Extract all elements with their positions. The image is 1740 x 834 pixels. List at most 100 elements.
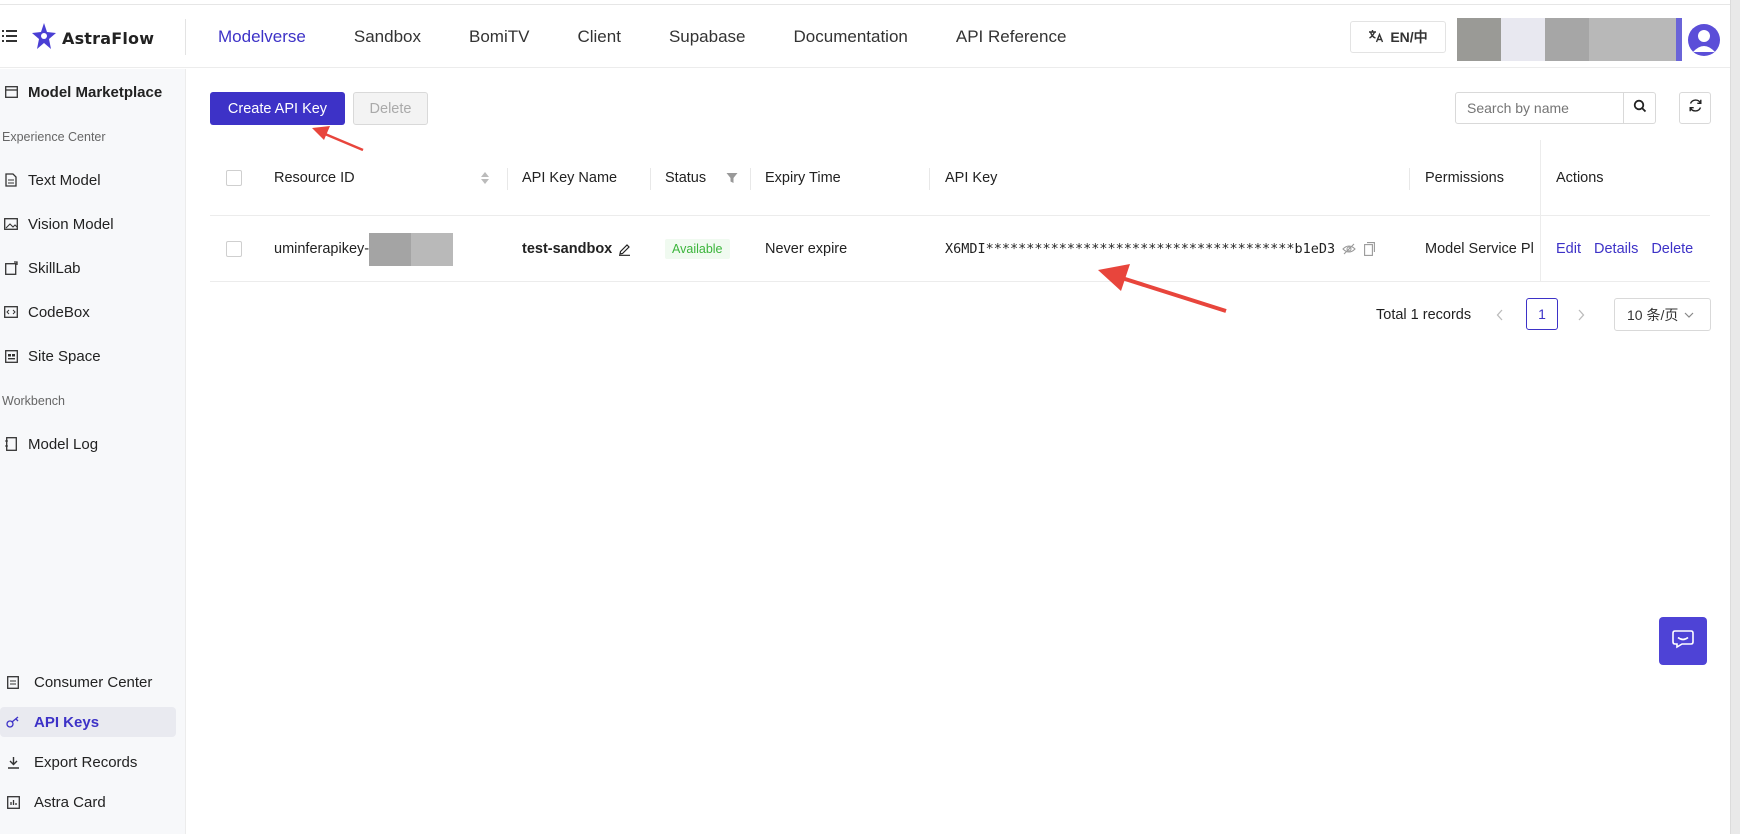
expiry-time-cell: Never expire — [765, 241, 848, 257]
status-badge: Available — [665, 239, 730, 259]
column-status: Status — [665, 170, 707, 186]
copy-icon[interactable] — [1364, 242, 1376, 256]
nav-api-reference[interactable]: API Reference — [956, 27, 1067, 47]
actions-column-shadow — [1540, 140, 1541, 282]
section-experience-center: Experience Center — [2, 130, 106, 144]
table-header: Resource ID API Key Name Status Expiry T… — [210, 140, 1710, 216]
sidebar-item-label: Site Space — [28, 347, 101, 365]
sidebar-item-model-log[interactable]: Model Log — [0, 430, 180, 458]
actions-cell: Edit Details Delete — [1556, 216, 1706, 282]
redacted-user-info-2 — [1501, 18, 1545, 61]
prev-page-chevron-icon[interactable] — [1496, 298, 1504, 331]
nav-supabase[interactable]: Supabase — [669, 27, 746, 47]
row-checkbox[interactable] — [226, 241, 242, 257]
language-switch-button[interactable]: EN/中 — [1350, 21, 1446, 53]
next-page-chevron-icon[interactable] — [1577, 298, 1585, 331]
sidebar-item-label: Text Model — [28, 171, 101, 189]
column-separator — [507, 168, 508, 190]
sidebar-item-astra-card[interactable]: Astra Card — [2, 788, 182, 816]
refresh-button[interactable] — [1679, 92, 1711, 124]
redacted-user-info — [1457, 18, 1501, 61]
details-link[interactable]: Details — [1594, 241, 1638, 257]
api-key-masked-text: X6MDI***********************************… — [945, 241, 1336, 257]
delete-link[interactable]: Delete — [1651, 241, 1693, 257]
column-expiry-time: Expiry Time — [765, 170, 841, 186]
sidebar-item-consumer-center[interactable]: Consumer Center — [2, 668, 182, 696]
site-icon — [3, 348, 19, 364]
select-all-checkbox[interactable] — [226, 170, 242, 186]
left-sidebar: Model Marketplace Experience Center Text… — [0, 69, 186, 834]
row-checkbox-cell — [226, 216, 242, 282]
sidebar-item-export-records[interactable]: Export Records — [2, 748, 182, 776]
column-separator — [650, 168, 651, 190]
scrollbar-track[interactable] — [1730, 0, 1740, 834]
user-avatar[interactable] — [1688, 24, 1720, 56]
sidebar-item-codebox[interactable]: CodeBox — [0, 298, 180, 326]
total-records: Total 1 records — [1376, 306, 1472, 323]
sidebar-item-site-space[interactable]: Site Space — [0, 342, 180, 370]
sidebar-item-label: Model Marketplace — [28, 83, 163, 101]
lab-icon — [3, 260, 19, 276]
image-icon — [3, 216, 19, 232]
sidebar-item-text-model[interactable]: Text Model — [0, 166, 180, 194]
edit-link[interactable]: Edit — [1556, 241, 1581, 257]
resource-id-cell: uminferapikey- — [274, 216, 454, 282]
status-cell: Available — [665, 216, 730, 282]
sidebar-item-label: Model Log — [28, 435, 99, 453]
column-resource-id[interactable]: Resource ID — [274, 140, 355, 216]
column-api-key: API Key — [945, 170, 998, 186]
column-permissions: Permissions — [1425, 170, 1504, 186]
key-icon — [5, 714, 21, 730]
column-api-key-name: API Key Name — [522, 170, 618, 186]
edit-pencil-icon[interactable] — [618, 243, 631, 256]
redacted-user-info-4 — [1589, 18, 1676, 61]
page-size-select[interactable]: 10 条/页 — [1614, 298, 1711, 331]
table-row: uminferapikey- test-sandbox Available Ne… — [210, 216, 1710, 282]
page-number-current[interactable]: 1 — [1526, 298, 1558, 330]
document-icon — [3, 172, 19, 188]
download-icon — [5, 754, 21, 770]
star-logo-icon — [32, 23, 56, 54]
menu-list-icon[interactable] — [2, 29, 18, 43]
sidebar-item-label: CodeBox — [28, 303, 90, 321]
sidebar-item-label: SkillLab — [28, 259, 81, 277]
sidebar-item-model-marketplace[interactable]: Model Marketplace — [0, 78, 180, 106]
page-size-label: 10 条/页 — [1627, 306, 1679, 323]
eye-hidden-icon[interactable] — [1342, 243, 1356, 255]
sidebar-item-label: Export Records — [34, 753, 138, 771]
nav-client[interactable]: Client — [577, 27, 620, 47]
refresh-icon — [1688, 98, 1703, 118]
nav-modelverse[interactable]: Modelverse — [218, 27, 306, 47]
top-header: AstraFlow Modelverse Sandbox BomiTV Clie… — [0, 5, 1740, 68]
sidebar-item-label: Vision Model — [28, 215, 114, 233]
nav-documentation[interactable]: Documentation — [794, 27, 908, 47]
redacted-resource-id — [369, 232, 412, 266]
receipt-icon — [5, 674, 21, 690]
search-button[interactable] — [1624, 92, 1656, 124]
sidebar-item-skilllab[interactable]: SkillLab — [0, 254, 180, 282]
delete-button[interactable]: Delete — [353, 92, 428, 125]
logo-text: AstraFlow — [62, 29, 155, 48]
redacted-resource-id-2 — [411, 232, 454, 266]
top-nav: Modelverse Sandbox BomiTV Client Supabas… — [218, 5, 1114, 68]
sidebar-item-api-keys[interactable]: API Keys — [0, 707, 176, 737]
filter-icon[interactable] — [726, 140, 738, 216]
nav-bomitv[interactable]: BomiTV — [469, 27, 529, 47]
sort-icon[interactable] — [480, 140, 490, 216]
column-actions: Actions — [1556, 170, 1604, 186]
annotation-arrow-overlay — [312, 126, 1227, 313]
permissions-cell: Model Service Pl — [1425, 241, 1534, 257]
app-logo[interactable]: AstraFlow — [32, 23, 154, 54]
nav-sandbox[interactable]: Sandbox — [354, 27, 421, 47]
sidebar-item-label: Astra Card — [34, 793, 106, 811]
section-workbench: Workbench — [2, 394, 65, 408]
create-api-key-button[interactable]: Create API Key — [210, 92, 345, 125]
sidebar-item-vision-model[interactable]: Vision Model — [0, 210, 180, 238]
column-separator — [1409, 168, 1410, 190]
sidebar-item-label: API Keys — [34, 713, 100, 731]
code-icon — [3, 304, 19, 320]
language-label: EN/中 — [1390, 29, 1428, 45]
chat-support-button[interactable] — [1659, 617, 1707, 665]
redacted-user-info-3 — [1545, 18, 1589, 61]
search-input[interactable] — [1455, 92, 1624, 124]
